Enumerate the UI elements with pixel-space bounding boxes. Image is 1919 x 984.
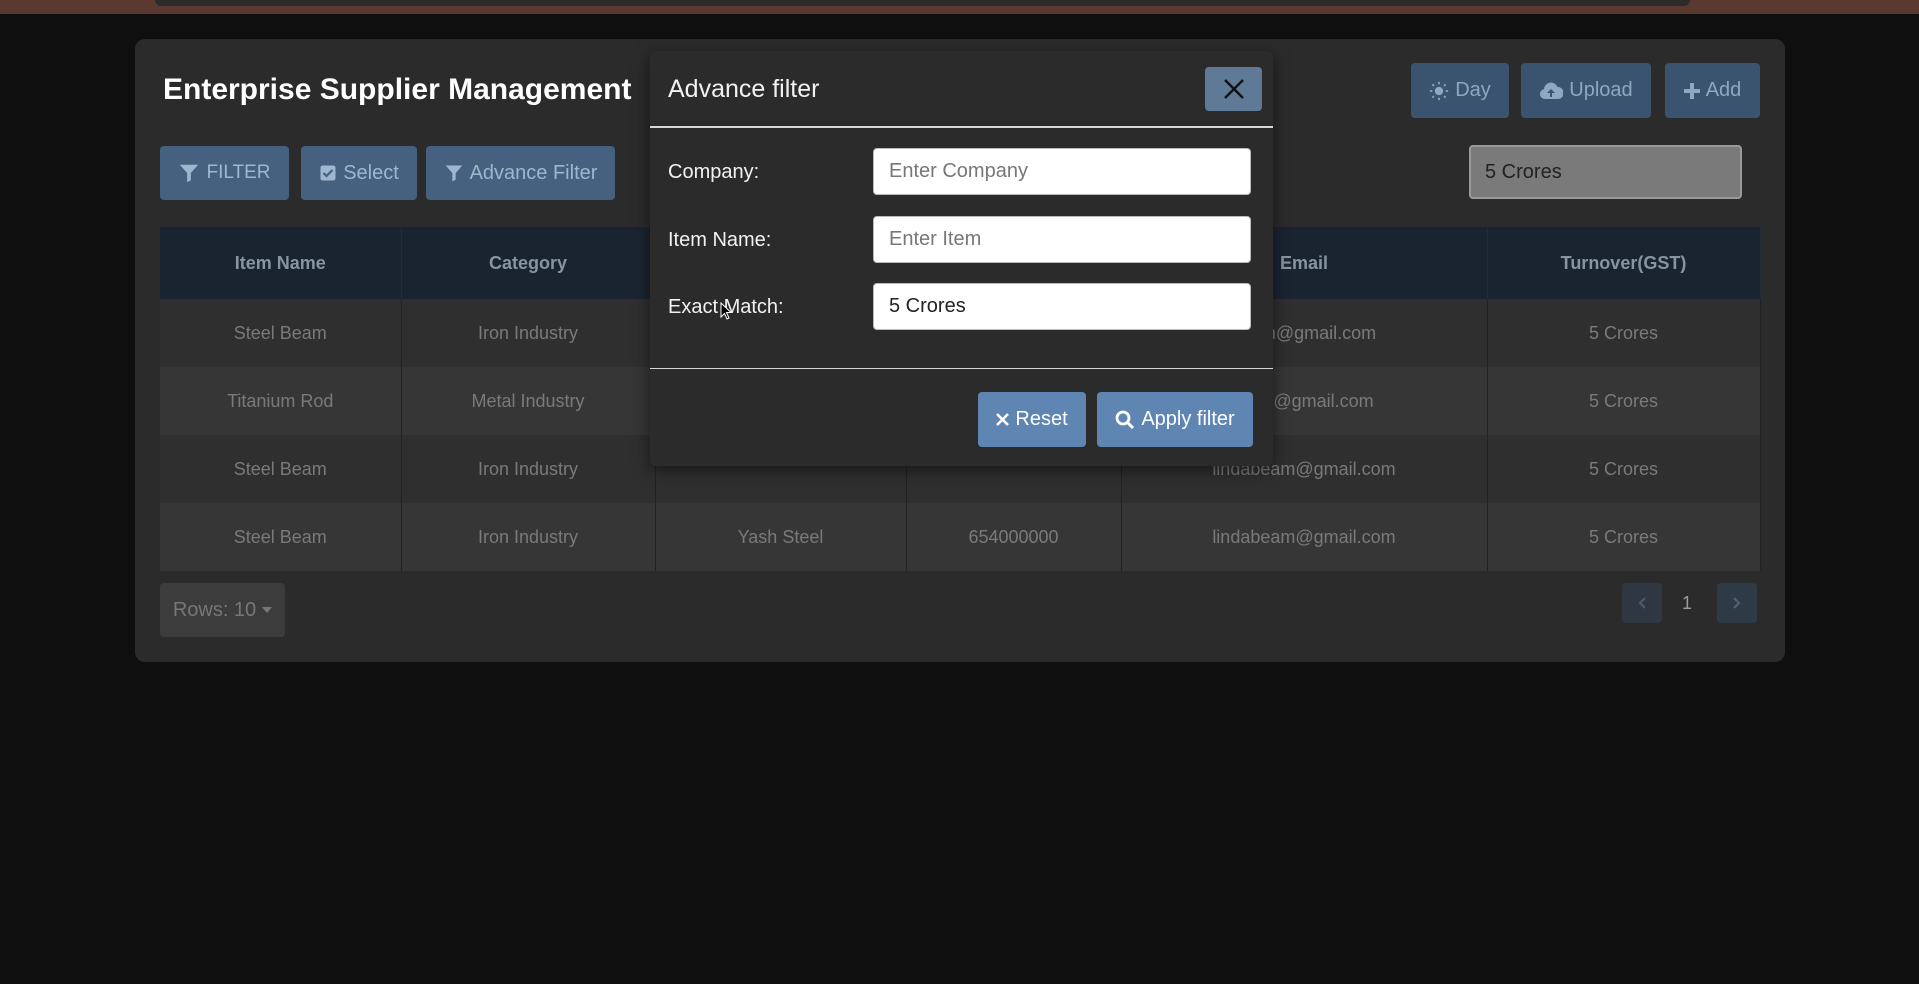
filter-button[interactable]: FILTER (160, 146, 289, 200)
advance-filter-button[interactable]: Advance Filter (426, 146, 615, 200)
add-button-label: Add (1705, 79, 1742, 101)
item-name-input[interactable] (873, 216, 1251, 263)
caret-down-icon (262, 607, 273, 613)
apply-filter-button-label: Apply filter (1141, 408, 1235, 430)
mouse-cursor-icon (720, 302, 732, 320)
company-input[interactable] (873, 148, 1251, 195)
next-page-button[interactable] (1717, 583, 1757, 623)
advance-filter-modal: Advance filter Company: Item Name: Exact… (650, 51, 1273, 466)
table-cell: Iron Industry (401, 503, 656, 571)
previous-page-button[interactable] (1622, 583, 1662, 623)
top-strip-inner (155, 0, 1690, 6)
table-cell: Titanium Rod (160, 367, 402, 435)
table-cell: Iron Industry (401, 299, 656, 367)
table-cell: Metal Industry (401, 367, 656, 435)
company-label: Company: (668, 161, 760, 183)
apply-filter-button[interactable]: Apply filter (1097, 392, 1253, 447)
table-cell: Iron Industry (401, 435, 656, 503)
table-cell: 654000000 (906, 503, 1122, 571)
search-input-value: 5 Crores (1485, 160, 1562, 183)
table-cell: 5 Crores (1487, 435, 1761, 503)
upload-button-label: Upload (1569, 79, 1633, 101)
column-header[interactable]: Category (401, 227, 656, 299)
chevron-right-icon (1733, 597, 1741, 609)
browser-top-strip (0, 0, 1919, 14)
table-cell: Steel Beam (160, 503, 402, 571)
modal-close-button[interactable] (1205, 67, 1262, 111)
select-button-label: Select (343, 161, 399, 184)
item-name-label: Item Name: (668, 229, 772, 251)
add-button[interactable]: Add (1665, 63, 1760, 118)
table-cell: Yash Steel (655, 503, 907, 571)
rows-per-page-label: Rows: 10 (172, 598, 257, 621)
cloud-upload-icon (1540, 82, 1564, 99)
modal-header-divider (650, 126, 1273, 128)
table-cell: Steel Beam (160, 435, 402, 503)
reset-button-label: Reset (1015, 408, 1068, 430)
plus-icon (1683, 82, 1700, 99)
column-header[interactable]: Turnover(GST) (1487, 227, 1761, 299)
rows-per-page-dropdown[interactable]: Rows: 10 (160, 583, 285, 637)
day-button-label: Day (1455, 79, 1491, 101)
checkbox-icon (320, 165, 336, 181)
modal-footer-divider (650, 368, 1273, 369)
table-cell: 5 Crores (1487, 503, 1761, 571)
filter-button-label: FILTER (206, 162, 271, 183)
filter-icon (445, 165, 462, 182)
filter-icon (180, 164, 199, 183)
upload-button[interactable]: Upload (1521, 63, 1651, 118)
search-icon (1115, 410, 1135, 429)
select-button[interactable]: Select (301, 146, 417, 200)
close-icon (996, 413, 1010, 426)
modal-title: Advance filter (668, 75, 820, 103)
exact-match-input[interactable] (873, 283, 1251, 330)
table-row[interactable]: Steel Beam Iron Industry Yash Steel 6540… (160, 503, 1761, 571)
reset-button[interactable]: Reset (978, 392, 1086, 447)
table-cell: lindabeam@gmail.com (1121, 503, 1488, 571)
advance-filter-button-label: Advance Filter (469, 161, 598, 184)
day-mode-button[interactable]: Day (1411, 63, 1509, 118)
page-title: Enterprise Supplier Management (163, 73, 632, 106)
sun-icon (1430, 81, 1449, 100)
table-cell: Steel Beam (160, 299, 402, 367)
table-cell: 5 Crores (1487, 367, 1761, 435)
page-number-1[interactable]: 1 (1667, 583, 1707, 623)
search-input[interactable]: 5 Crores (1469, 145, 1742, 199)
chevron-left-icon (1638, 597, 1646, 609)
table-cell: 5 Crores (1487, 299, 1761, 367)
close-icon (1223, 79, 1244, 99)
column-header[interactable]: Item Name (160, 227, 402, 299)
